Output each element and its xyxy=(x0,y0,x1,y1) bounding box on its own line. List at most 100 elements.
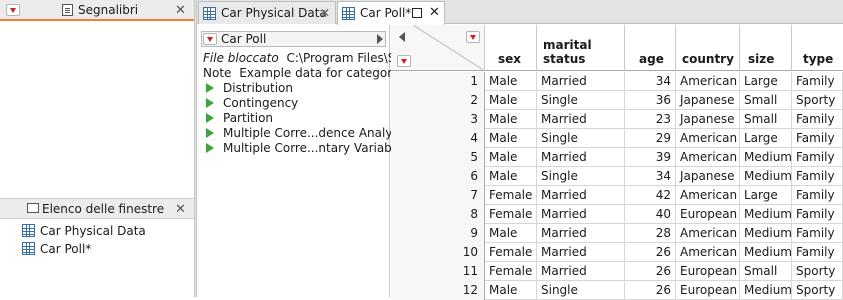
cell-country[interactable]: European xyxy=(676,205,740,224)
row-number-cell[interactable]: 1 xyxy=(391,72,485,91)
cell-marital-status[interactable]: Married xyxy=(537,186,625,205)
row-number-cell[interactable]: 4 xyxy=(391,129,485,148)
cell-type[interactable]: Sporty xyxy=(792,281,843,300)
cell-size[interactable]: Medium xyxy=(740,167,792,186)
close-icon[interactable]: ✕ xyxy=(320,6,330,20)
cell-sex[interactable]: Female xyxy=(485,262,537,281)
cell-age[interactable]: 36 xyxy=(625,91,676,110)
table-row[interactable]: 3 Male Married 23 Japanese Small Family xyxy=(391,110,843,129)
cell-size[interactable]: Small xyxy=(740,262,792,281)
maximize-icon[interactable] xyxy=(412,8,422,18)
table-menu-icon[interactable] xyxy=(203,33,217,45)
close-icon[interactable]: ✕ xyxy=(175,203,186,216)
row-number-cell[interactable]: 8 xyxy=(391,205,485,224)
table-row[interactable]: 5 Male Married 39 American Medium Family xyxy=(391,148,843,167)
cell-country[interactable]: American xyxy=(676,129,740,148)
run-script-icon[interactable] xyxy=(206,98,214,108)
cell-marital-status[interactable]: Married xyxy=(537,205,625,224)
column-header-age[interactable]: age xyxy=(625,25,676,71)
cell-country[interactable]: Japanese xyxy=(676,167,740,186)
cell-marital-status[interactable]: Single xyxy=(537,167,625,186)
cell-age[interactable]: 40 xyxy=(625,205,676,224)
cell-sex[interactable]: Male xyxy=(485,91,537,110)
cell-age[interactable]: 42 xyxy=(625,186,676,205)
cell-age[interactable]: 26 xyxy=(625,243,676,262)
cell-age[interactable]: 39 xyxy=(625,148,676,167)
table-row[interactable]: 9 Male Married 28 American Medium Family xyxy=(391,224,843,243)
cell-sex[interactable]: Male xyxy=(485,148,537,167)
table-row[interactable]: 11 Female Married 26 European Small Sporty xyxy=(391,262,843,281)
cell-type[interactable]: Family xyxy=(792,129,843,148)
table-row[interactable]: 1 Male Married 34 American Large Family xyxy=(391,72,843,91)
rows-menu-icon[interactable] xyxy=(397,55,411,67)
row-number-cell[interactable]: 6 xyxy=(391,167,485,186)
cell-size[interactable]: Medium xyxy=(740,205,792,224)
table-row[interactable]: 4 Male Single 29 American Large Family xyxy=(391,129,843,148)
columns-menu-icon[interactable] xyxy=(466,31,480,43)
cell-country[interactable]: American xyxy=(676,72,740,91)
cell-type[interactable]: Family xyxy=(792,110,843,129)
row-number-cell[interactable]: 7 xyxy=(391,186,485,205)
cell-sex[interactable]: Male xyxy=(485,167,537,186)
table-row[interactable]: 8 Female Married 40 European Medium Family xyxy=(391,205,843,224)
table-row[interactable]: 12 Male Single 26 European Medium Sporty xyxy=(391,281,843,300)
run-script-icon[interactable] xyxy=(206,143,214,153)
table-name-bar[interactable]: Car Poll xyxy=(201,31,386,47)
cell-age[interactable]: 34 xyxy=(625,72,676,91)
cell-marital-status[interactable]: Single xyxy=(537,281,625,300)
cell-country[interactable]: Japanese xyxy=(676,91,740,110)
cell-age[interactable]: 29 xyxy=(625,129,676,148)
cell-sex[interactable]: Male xyxy=(485,110,537,129)
cell-marital-status[interactable]: Married xyxy=(537,224,625,243)
cell-marital-status[interactable]: Single xyxy=(537,91,625,110)
column-header-type[interactable]: type xyxy=(792,25,843,71)
cell-sex[interactable]: Female xyxy=(485,186,537,205)
cell-type[interactable]: Sporty xyxy=(792,262,843,281)
cell-sex[interactable]: Male xyxy=(485,72,537,91)
cell-sex[interactable]: Male xyxy=(485,129,537,148)
cell-type[interactable]: Sporty xyxy=(792,91,843,110)
cell-marital-status[interactable]: Married xyxy=(537,243,625,262)
close-icon[interactable]: ✕ xyxy=(175,4,186,17)
row-number-cell[interactable]: 9 xyxy=(391,224,485,243)
cell-sex[interactable]: Male xyxy=(485,224,537,243)
table-row[interactable]: 7 Female Married 42 American Large Family xyxy=(391,186,843,205)
run-script-icon[interactable] xyxy=(206,83,214,93)
cell-age[interactable]: 26 xyxy=(625,262,676,281)
cell-country[interactable]: European xyxy=(676,281,740,300)
table-row[interactable]: 6 Male Single 34 Japanese Medium Family xyxy=(391,167,843,186)
cell-sex[interactable]: Female xyxy=(485,243,537,262)
row-number-cell[interactable]: 10 xyxy=(391,243,485,262)
column-header-sex[interactable]: sex xyxy=(485,25,537,71)
cell-country[interactable]: American xyxy=(676,148,740,167)
cell-sex[interactable]: Female xyxy=(485,205,537,224)
cell-country[interactable]: American xyxy=(676,186,740,205)
bookmarks-menu-icon[interactable] xyxy=(6,4,20,16)
column-header-marital-status[interactable]: marital status xyxy=(537,25,625,71)
cell-sex[interactable]: Male xyxy=(485,281,537,300)
cell-age[interactable]: 26 xyxy=(625,281,676,300)
row-number-cell[interactable]: 12 xyxy=(391,281,485,300)
cell-size[interactable]: Large xyxy=(740,186,792,205)
row-number-cell[interactable]: 11 xyxy=(391,262,485,281)
cell-type[interactable]: Family xyxy=(792,167,843,186)
cell-size[interactable]: Medium xyxy=(740,148,792,167)
cell-marital-status[interactable]: Married xyxy=(537,72,625,91)
cell-age[interactable]: 23 xyxy=(625,110,676,129)
row-number-cell[interactable]: 5 xyxy=(391,148,485,167)
column-header-size[interactable]: size xyxy=(740,25,792,71)
tab-car-physical-data[interactable]: Car Physical Data ✕ xyxy=(198,1,336,24)
run-script-icon[interactable] xyxy=(206,113,214,123)
run-script-icon[interactable] xyxy=(206,128,214,138)
cell-age[interactable]: 34 xyxy=(625,167,676,186)
cell-type[interactable]: Family xyxy=(792,224,843,243)
cell-size[interactable]: Large xyxy=(740,129,792,148)
cell-marital-status[interactable]: Married xyxy=(537,148,625,167)
cell-marital-status[interactable]: Married xyxy=(537,110,625,129)
cell-country[interactable]: American xyxy=(676,243,740,262)
row-number-cell[interactable]: 2 xyxy=(391,91,485,110)
cell-size[interactable]: Medium xyxy=(740,281,792,300)
tab-car-poll[interactable]: Car Poll* ✕ xyxy=(337,1,445,25)
table-row[interactable]: 10 Female Married 26 American Medium Family xyxy=(391,243,843,262)
cell-type[interactable]: Family xyxy=(792,186,843,205)
